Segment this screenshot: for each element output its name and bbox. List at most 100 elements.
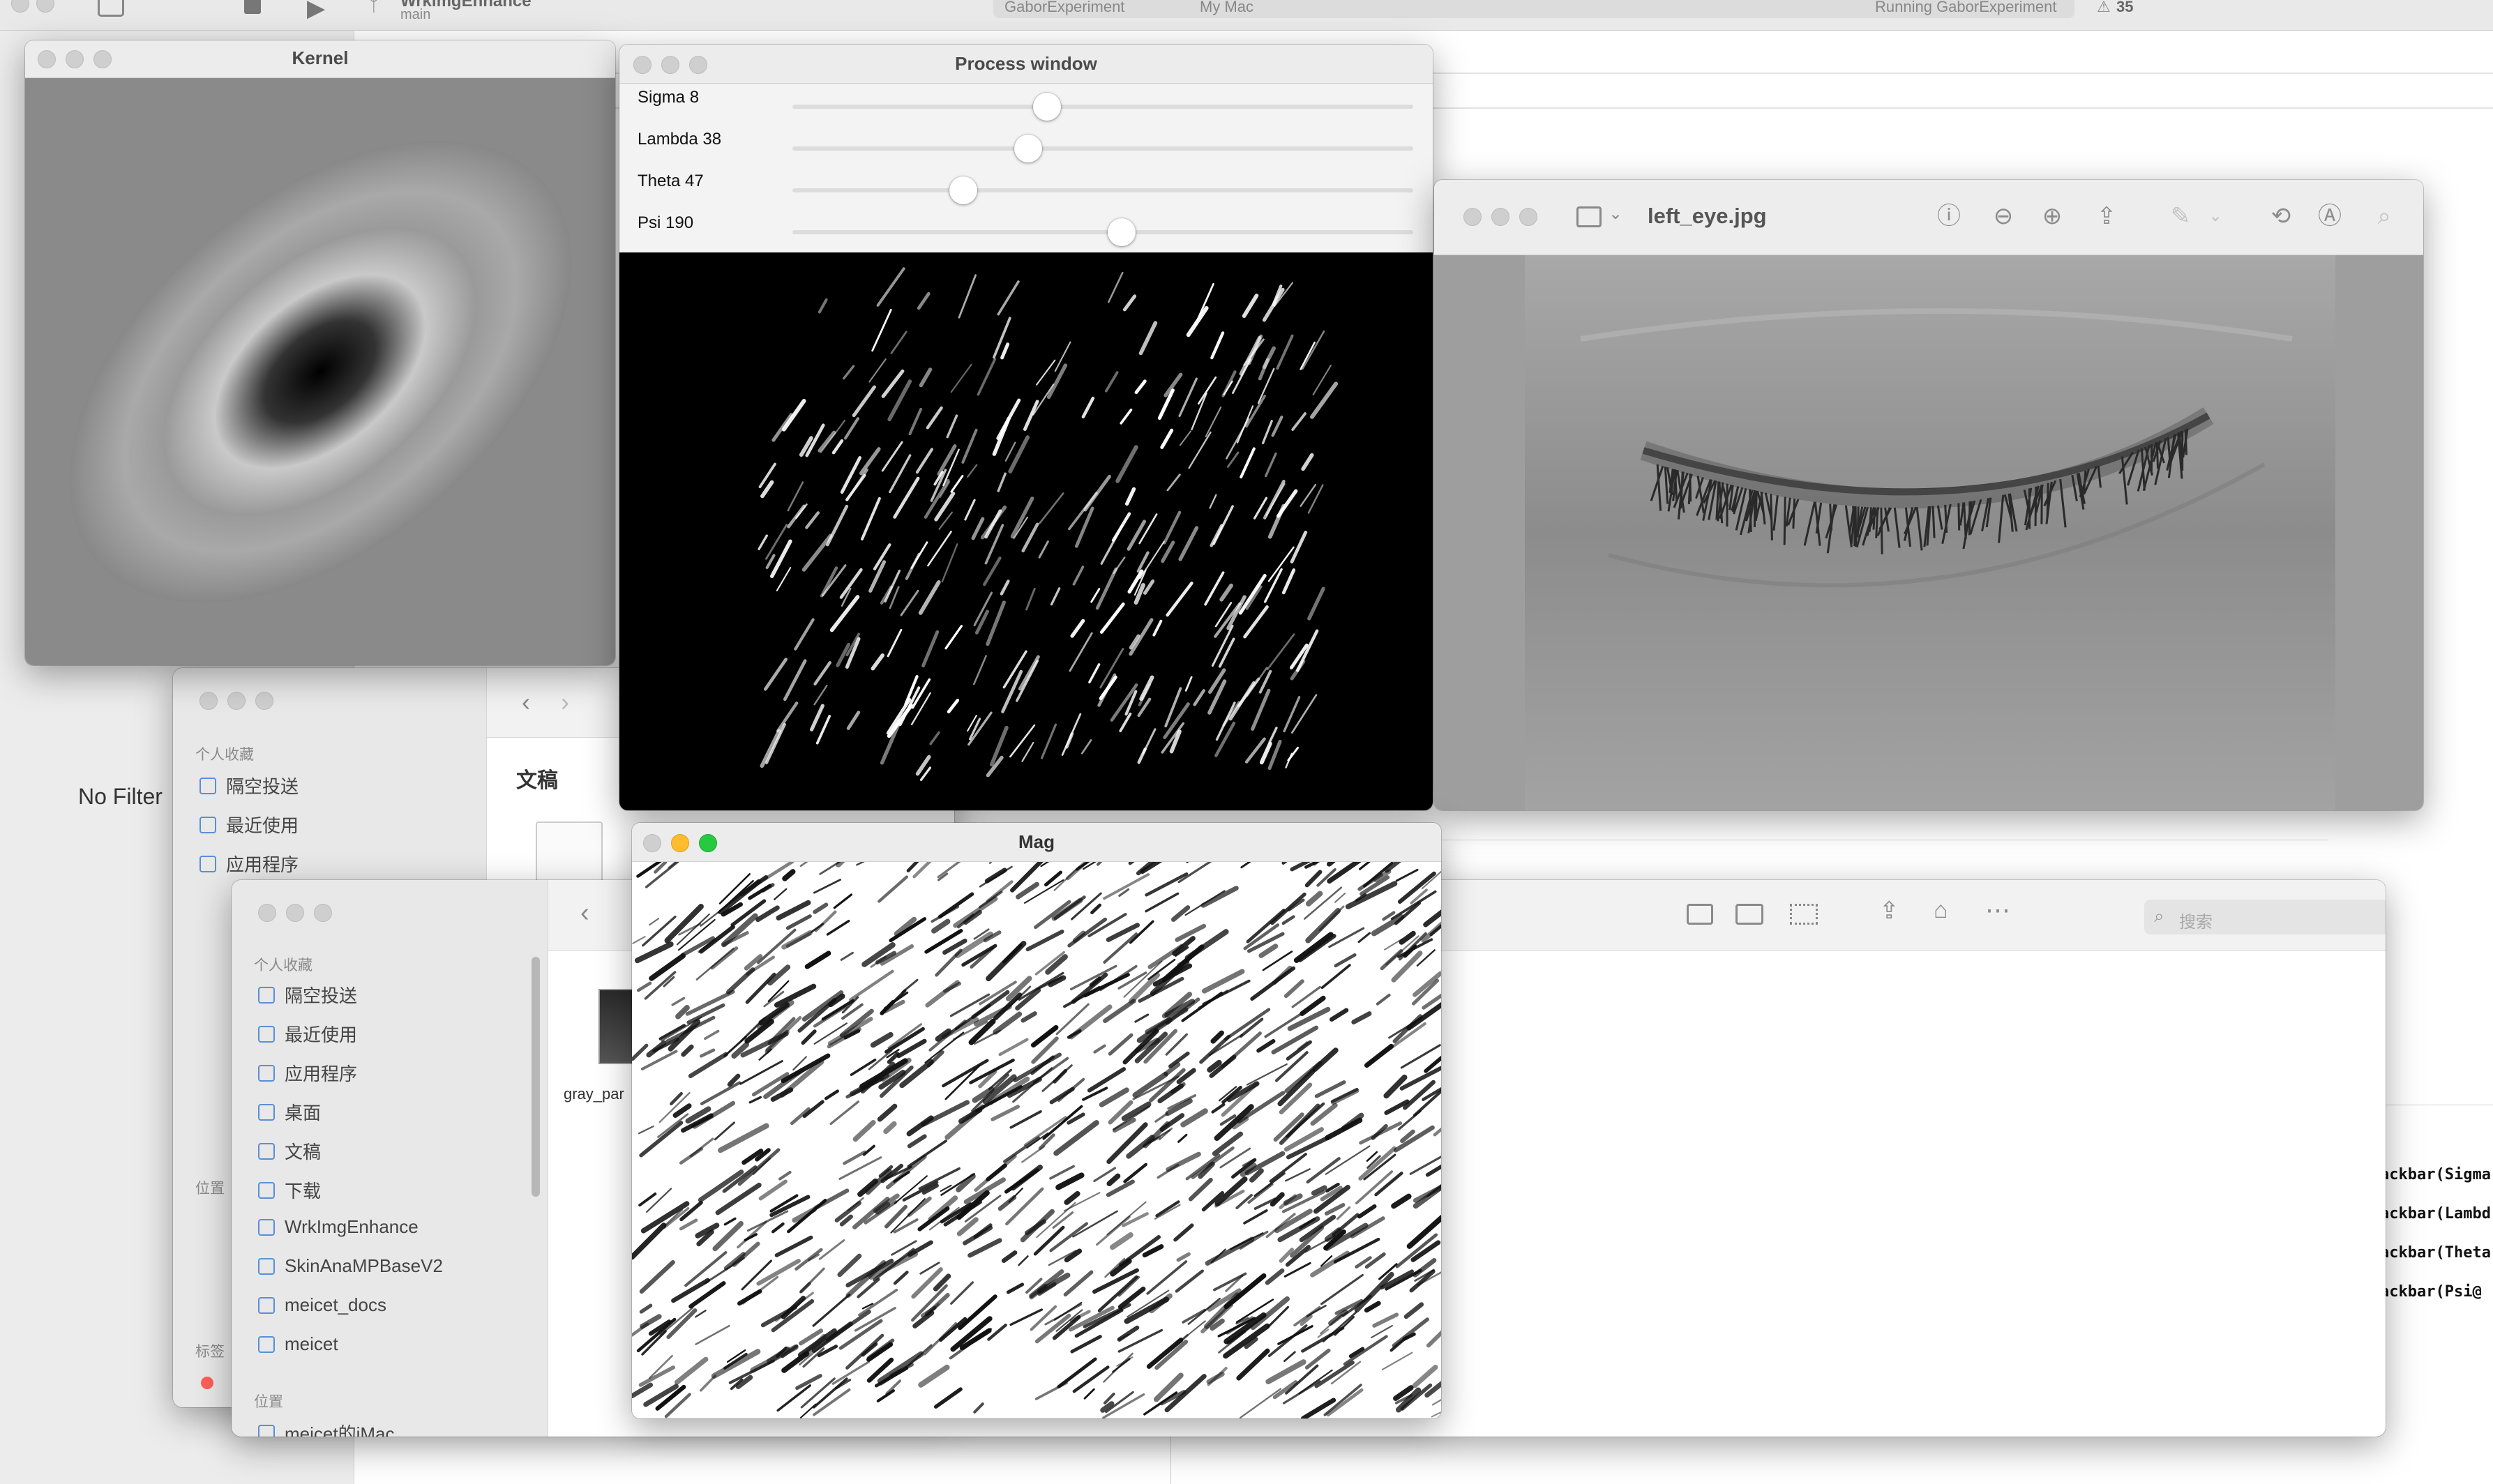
- zoom-button[interactable]: [314, 904, 332, 922]
- markup-icon[interactable]: Ⓐ: [2316, 202, 2344, 230]
- eyelash: [1783, 497, 1786, 545]
- sidebar-item-airdrop[interactable]: 隔空投送: [258, 982, 357, 1008]
- forward-chevron-icon[interactable]: ›: [561, 688, 569, 717]
- search-icon: ⌕: [2154, 905, 2164, 926]
- sidebar-section-locations: 位置: [254, 1394, 283, 1410]
- window-title: Mag: [1018, 831, 1055, 852]
- process-window: Process window Sigma 8 Lambda 38 Theta 4…: [619, 45, 1433, 810]
- airdrop-icon: [199, 777, 216, 794]
- sidebar-scrollbar[interactable]: [532, 957, 540, 1197]
- rotate-icon[interactable]: ⟲: [2267, 202, 2295, 230]
- content-title: 文稿: [516, 769, 558, 792]
- folder-icon: [258, 1218, 275, 1236]
- sidebar-item-meicet-docs[interactable]: meicet_docs: [258, 1294, 386, 1316]
- minimize-button[interactable]: [227, 692, 246, 710]
- eyelash: [1880, 507, 1883, 554]
- sidebar-item-applications[interactable]: 应用程序: [199, 851, 299, 877]
- sidebar-section-favorites: 个人收藏: [195, 747, 254, 763]
- sidebar-item-imac[interactable]: meicet的iMac: [258, 1420, 394, 1437]
- search-field[interactable]: ⌕ 搜索: [2144, 900, 2386, 934]
- preview-toolbar: ⌄ left_eye.jpg ⓘ ⊖ ⊕ ⇪ ✎ ⌄ ⟲ Ⓐ ⌕: [1434, 180, 2423, 255]
- sidebar-toggle-icon[interactable]: [98, 0, 124, 17]
- zoom-out-icon[interactable]: ⊖: [1989, 202, 2017, 230]
- back-chevron-icon[interactable]: ‹: [580, 898, 589, 928]
- airdrop-icon: [258, 986, 275, 1004]
- slider-track-sigma[interactable]: [792, 105, 1413, 109]
- download-icon: [258, 1181, 275, 1199]
- xcode-minimize-button[interactable]: [36, 0, 54, 13]
- run-icon[interactable]: ▶: [307, 0, 325, 22]
- tag-red-icon[interactable]: [201, 1377, 213, 1389]
- gallery-view-icon[interactable]: [1735, 904, 1763, 925]
- preview-window: ⌄ left_eye.jpg ⓘ ⊖ ⊕ ⇪ ✎ ⌄ ⟲ Ⓐ ⌕: [1434, 180, 2423, 810]
- chevron-down-icon[interactable]: ⌄: [1609, 204, 1622, 224]
- slider-knob-psi[interactable]: [1107, 218, 1136, 246]
- sidebar-item-recents[interactable]: 最近使用: [258, 1021, 357, 1047]
- slider-knob-lambda[interactable]: [1014, 135, 1043, 162]
- slider-track-psi[interactable]: [792, 230, 1413, 234]
- stop-icon[interactable]: [244, 0, 261, 14]
- sidebar-toggle-icon[interactable]: [1576, 206, 1602, 227]
- slider-track-theta[interactable]: [792, 188, 1413, 192]
- zoom-button[interactable]: [1519, 208, 1537, 226]
- document-title: left_eye.jpg: [1648, 204, 1767, 228]
- search-placeholder: 搜索: [2179, 913, 2213, 932]
- sidebar-section-tags: 标签: [195, 1344, 225, 1360]
- close-button[interactable]: [258, 904, 276, 922]
- sidebar-item-meicet[interactable]: meicet: [258, 1333, 338, 1355]
- column-view-icon[interactable]: [1687, 904, 1713, 925]
- code-line[interactable]: ackbar(Sigma: [2380, 1166, 2491, 1183]
- share-icon[interactable]: ⇪: [2093, 202, 2121, 230]
- desktop-icon: [258, 1103, 275, 1121]
- close-button[interactable]: [1463, 208, 1482, 226]
- slider-track-lambda[interactable]: [792, 146, 1413, 151]
- chevron-down-icon[interactable]: ⌄: [2201, 202, 2229, 230]
- zoom-button[interactable]: [255, 692, 273, 710]
- code-line[interactable]: ackbar(Theta: [2380, 1244, 2491, 1262]
- minimize-button[interactable]: [1491, 208, 1509, 226]
- more-icon[interactable]: ⋯: [1985, 895, 2010, 925]
- file-name[interactable]: gray_par: [564, 1085, 624, 1103]
- warning-icon[interactable]: ⚠: [2097, 0, 2111, 16]
- sidebar-item-skinanampbasev2[interactable]: SkinAnaMPBaseV2: [258, 1255, 443, 1277]
- close-button[interactable]: [199, 692, 218, 710]
- computer-icon: [258, 1424, 275, 1437]
- clock-icon: [199, 816, 216, 833]
- sidebar-item-airdrop[interactable]: 隔空投送: [199, 773, 299, 798]
- apps-icon: [258, 1064, 275, 1082]
- markup-pen-icon[interactable]: ✎: [2167, 202, 2194, 230]
- xcode-close-button[interactable]: [11, 0, 29, 13]
- slider-label-sigma: Sigma 8: [638, 88, 700, 107]
- code-line[interactable]: ackbar(Lambd: [2380, 1205, 2491, 1222]
- code-line[interactable]: ackbar(Psi@: [2380, 1283, 2482, 1301]
- slider-knob-sigma[interactable]: [1032, 93, 1061, 121]
- group-icon[interactable]: [1790, 904, 1818, 925]
- search-icon[interactable]: ⌕: [2370, 202, 2398, 230]
- activity-viewer: GaborExperiment My Mac Running GaborExpe…: [993, 0, 2074, 18]
- sidebar-section-locations: 位置: [195, 1181, 225, 1197]
- sidebar-item-applications[interactable]: 应用程序: [258, 1060, 357, 1086]
- sidebar-item-wrkimgenhance[interactable]: WrkImgEnhance: [258, 1216, 419, 1238]
- folder-icon: [258, 1257, 275, 1275]
- minimize-button[interactable]: [286, 904, 304, 922]
- sidebar-item-recents[interactable]: 最近使用: [199, 812, 299, 838]
- slider-label-psi: Psi 190: [638, 213, 694, 232]
- sidebar-item-documents[interactable]: 文稿: [258, 1138, 321, 1164]
- kernel-window: Kernel: [25, 40, 615, 665]
- share-icon[interactable]: ⇪: [1879, 897, 1899, 925]
- sidebar-item-downloads[interactable]: 下载: [258, 1177, 321, 1203]
- branch-icon: ᛘ: [368, 0, 379, 15]
- tag-icon[interactable]: ⌂: [1934, 897, 1948, 924]
- info-icon[interactable]: ⓘ: [1935, 202, 1963, 230]
- sidebar-item-desktop[interactable]: 桌面: [258, 1099, 321, 1125]
- zoom-in-icon[interactable]: ⊕: [2038, 202, 2066, 230]
- back-chevron-icon[interactable]: ‹: [522, 688, 530, 717]
- destination-label[interactable]: My Mac: [1200, 0, 1253, 16]
- slider-knob-theta[interactable]: [949, 176, 977, 204]
- eyelash: [1770, 494, 1773, 540]
- kernel-titlebar: Kernel: [25, 40, 615, 78]
- xcode-toolbar: ▶ ᛘ WrkImgEnhance main GaborExperiment M…: [0, 0, 2493, 31]
- eyelash: [1829, 503, 1833, 531]
- scheme-label[interactable]: GaborExperiment: [1004, 0, 1124, 16]
- run-status: Running GaborExperiment: [1875, 0, 2057, 15]
